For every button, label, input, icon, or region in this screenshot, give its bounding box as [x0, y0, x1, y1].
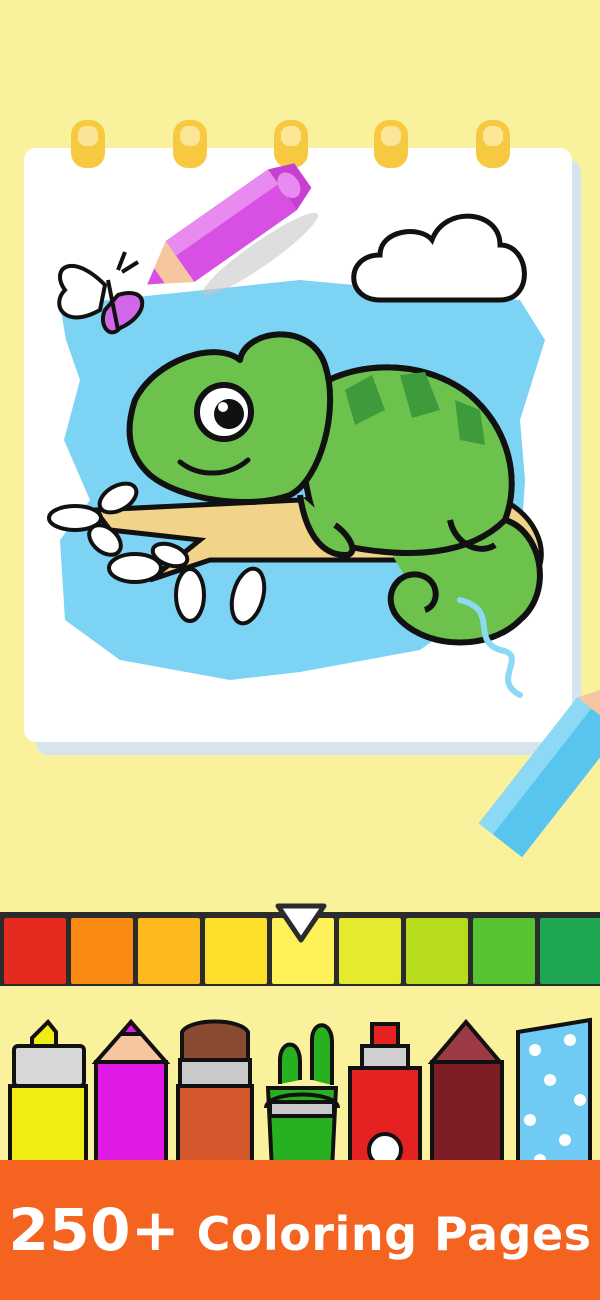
tool-paintbrush[interactable] [176, 1019, 254, 1171]
coloring-canvas[interactable] [0, 0, 600, 900]
color-swatch[interactable] [4, 918, 66, 984]
promo-title: 250+ Coloring Pages [8, 1196, 591, 1264]
promo-banner: 250+ Coloring Pages [0, 1160, 600, 1300]
tool-highlighter-marker[interactable] [8, 1019, 88, 1170]
tool-paint-bucket[interactable] [264, 1023, 340, 1170]
promo-label: Coloring Pages [196, 1207, 592, 1261]
tool-pattern-crayon[interactable] [516, 1017, 592, 1170]
color-swatch[interactable] [540, 918, 600, 984]
color-swatch[interactable] [138, 918, 200, 984]
drawing-tools [8, 1017, 592, 1171]
page-count: 250+ [8, 1196, 181, 1264]
color-swatch[interactable] [71, 918, 133, 984]
color-swatch[interactable] [205, 918, 267, 984]
tool-glitter-crayon[interactable] [427, 1018, 505, 1170]
tool-pencil[interactable] [91, 1018, 171, 1170]
tool-spray-can[interactable] [348, 1022, 422, 1170]
triangle-down-icon [275, 903, 327, 943]
color-swatch[interactable] [406, 918, 468, 984]
color-swatch[interactable] [473, 918, 535, 984]
color-swatch[interactable] [339, 918, 401, 984]
chameleon-eye [194, 382, 254, 442]
